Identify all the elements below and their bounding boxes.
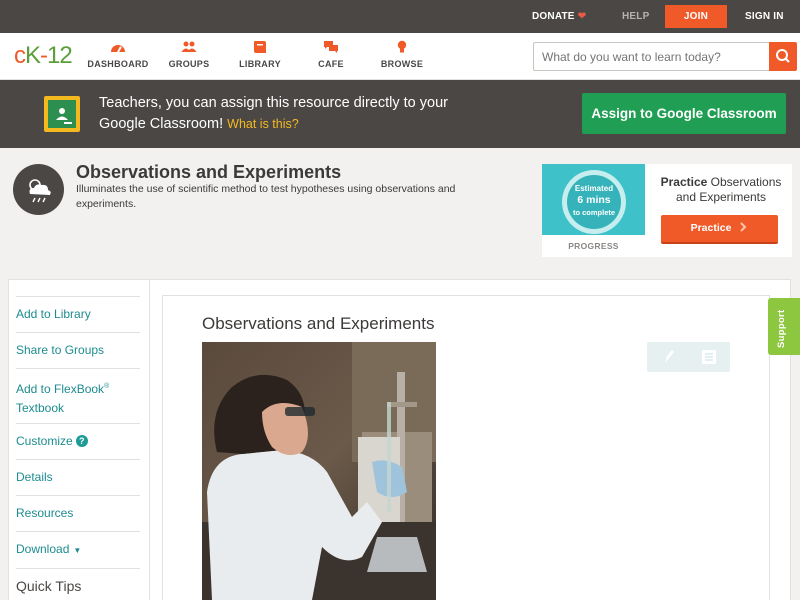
nav-groups[interactable]: GROUPS [154,40,224,69]
nav-groups-label: GROUPS [168,59,210,69]
textbook-label: Textbook [16,401,65,415]
help-link[interactable]: HELP [622,0,649,33]
nav-cafe-label: CAFE [318,59,344,69]
customize-label: Customize [16,434,73,448]
assign-google-classroom-button[interactable]: Assign to Google Classroom [582,93,786,134]
nav-dashboard-label: DASHBOARD [87,59,149,69]
nav-cafe[interactable]: CAFE [296,40,366,69]
add-flexbook-label: Add to FlexBook [16,382,105,396]
nav-library[interactable]: LIBRARY [225,40,295,69]
dashboard-gauge-icon [111,45,125,53]
top-utility-bar: DONATE ❤ HELP JOIN SIGN IN [0,0,800,33]
estimated-label: Estimated [574,184,614,193]
notes-icon [702,350,716,364]
help-icon[interactable]: ? [75,435,88,447]
nav-dashboard[interactable]: DASHBOARD [83,40,153,69]
search-button[interactable] [769,42,797,71]
logo-c: c [14,42,26,69]
annotation-toolbar [647,342,730,372]
details-link[interactable]: Details [16,459,140,487]
concept-title: Observations and Experiments [76,162,342,182]
support-tab[interactable]: Support [768,298,800,355]
quick-tips-heading[interactable]: Quick Tips [16,568,140,594]
concept-description: Illuminates the use of scientific method… [76,183,456,210]
book-icon [254,41,266,53]
logo-k: K [25,42,41,69]
nav-browse-label: BROWSE [380,59,424,69]
people-icon [181,41,197,52]
lab-scientist-photo [202,342,436,600]
chat-bubbles-icon [324,41,338,53]
progress-label: PROGRESS [568,241,619,251]
caret-down-icon: ▼ [73,546,82,555]
nav-browse[interactable]: BROWSE [367,40,437,69]
add-to-flexbook-link[interactable]: Add to FlexBook® Textbook [16,368,140,418]
practice-button-label: Practice [690,222,732,234]
highlight-tool-button[interactable] [647,342,688,372]
practice-title-bold: Practice [660,175,708,189]
what-is-this-link[interactable]: What is this? [227,117,299,131]
google-classroom-banner: Teachers, you can assign this resource d… [0,80,800,148]
pencil-icon [665,350,674,363]
practice-card: Estimated 6 mins to complete PROGRESS Pr… [542,164,792,257]
ck12-logo[interactable]: cK-12 [14,42,73,70]
main-navbar: cK-12 DASHBOARD GROUPS LIBRARY CAFE BROW… [0,33,800,80]
donate-label: DONATE [532,11,575,22]
nav-library-label: LIBRARY [239,59,281,69]
lightbulb-icon [397,40,407,53]
search-icon [776,49,790,63]
support-label: Support [776,309,787,348]
estimated-mins: 6 mins [577,194,611,206]
classroom-banner-text: Teachers, you can assign this resource d… [99,93,459,135]
registered-mark: ® [104,383,110,390]
resources-link[interactable]: Resources [16,495,140,523]
resource-sidebar: Add to Library Share to Groups Add to Fl… [9,280,150,600]
practice-progress-panel: Estimated 6 mins to complete [542,164,645,235]
share-to-groups-link[interactable]: Share to Groups [16,332,140,360]
customize-link[interactable]: Customize? [16,423,140,451]
chevron-right-icon [740,222,747,232]
heart-icon: ❤ [577,11,587,22]
to-complete-label: to complete [572,208,616,217]
progress-circle: Estimated 6 mins to complete [567,175,621,229]
practice-button[interactable]: Practice [661,215,778,244]
sign-in-link[interactable]: SIGN IN [745,0,784,33]
weather-cloud-icon [13,164,64,215]
content-title: Observations and Experiments [202,314,435,333]
download-label: Download [16,542,70,556]
notes-tool-button[interactable] [689,342,730,372]
search-input[interactable] [533,42,770,71]
join-button[interactable]: JOIN [665,5,727,28]
logo-12: 12 [47,42,73,69]
practice-title: Practice Observations and Experiments [650,175,792,205]
download-dropdown[interactable]: Download ▼ [16,531,140,560]
logo-dash: - [40,42,48,69]
donate-link[interactable]: DONATE ❤ [532,0,586,33]
google-classroom-icon [44,96,80,132]
add-to-library-link[interactable]: Add to Library [16,296,140,324]
